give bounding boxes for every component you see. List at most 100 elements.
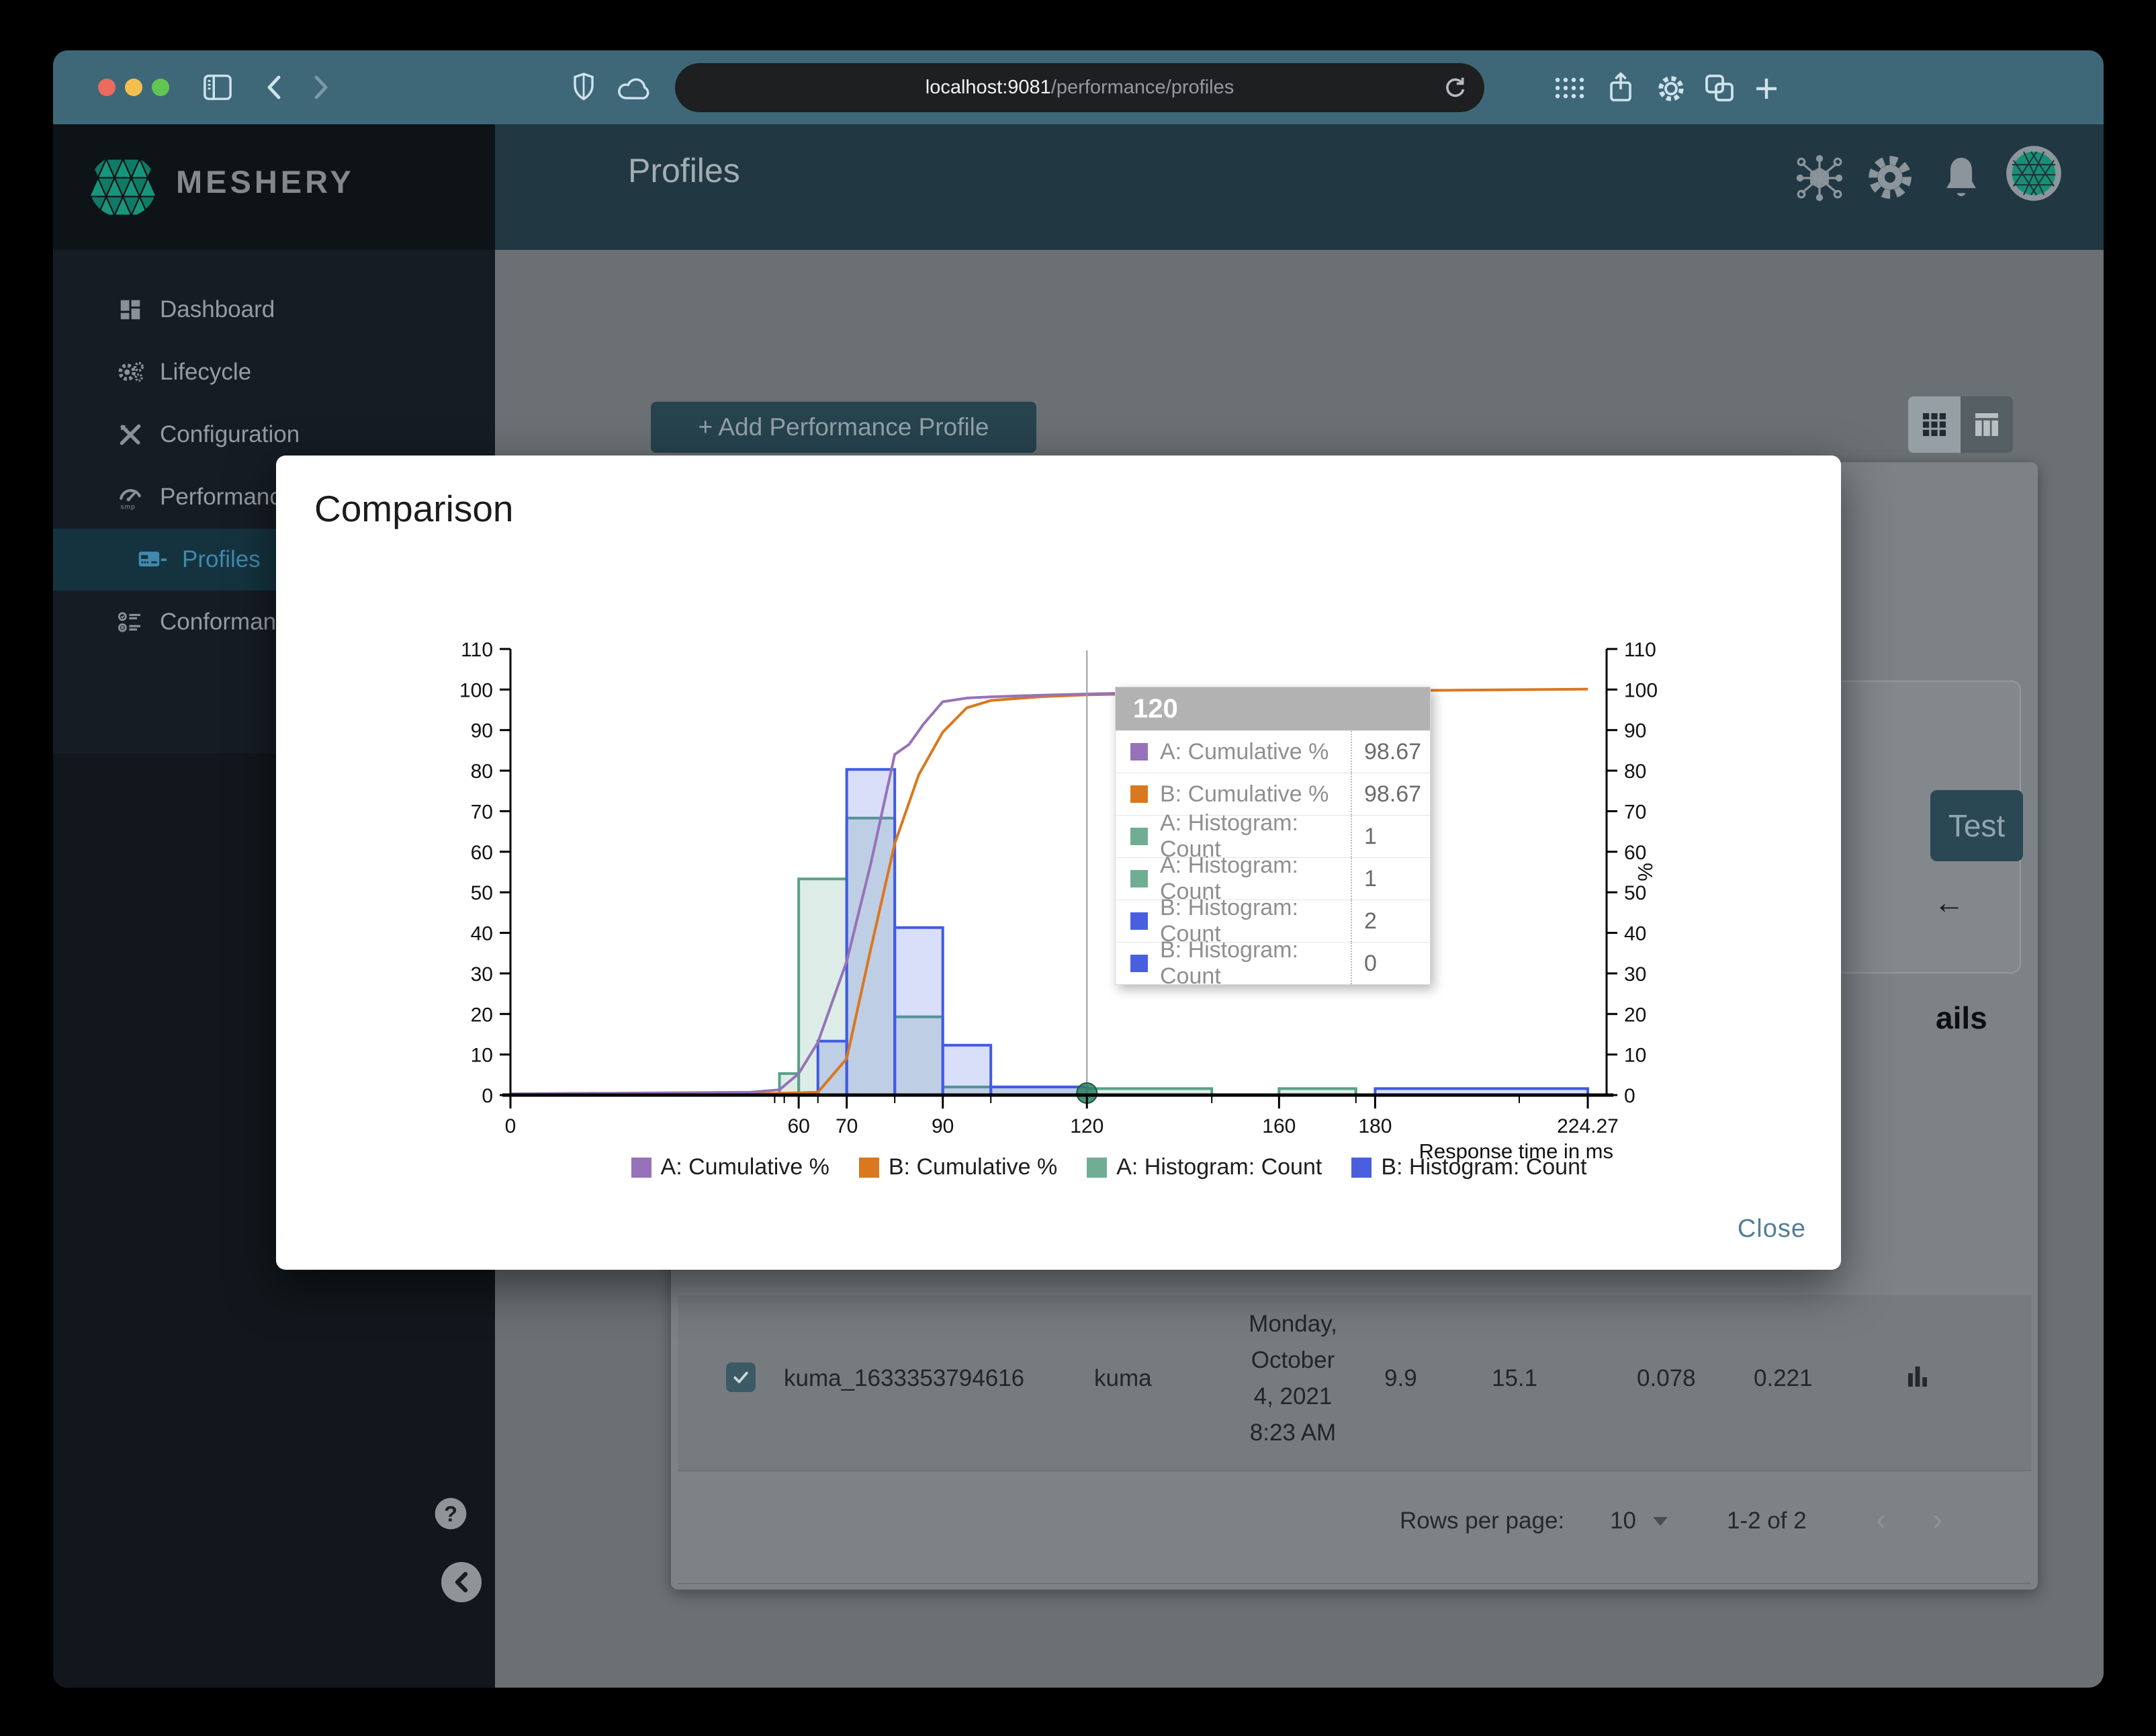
cell-date: Monday, October 4, 2021 8:23 AM [1206, 1306, 1380, 1451]
cell-profile-name: kuma_1633353794616 [784, 1365, 1025, 1391]
cell-qps: 9.9 [1384, 1365, 1417, 1391]
close-window-button[interactable] [98, 79, 116, 96]
performance-icon: smp [116, 482, 145, 512]
settings-gear-icon[interactable] [1656, 73, 1687, 104]
svg-text:160: 160 [1262, 1115, 1296, 1137]
legend-swatch [1087, 1157, 1108, 1178]
add-performance-profile-label: + Add Performance Profile [698, 413, 989, 441]
share-icon[interactable] [1606, 71, 1635, 105]
tooltip-swatch [1130, 870, 1148, 887]
rows-per-page-select[interactable]: 10 [1610, 1508, 1636, 1534]
svg-text:60: 60 [1624, 842, 1646, 864]
sidebar-item-lifecycle[interactable]: Lifecycle [53, 341, 495, 403]
collapse-sidebar-icon[interactable] [441, 1562, 482, 1602]
profiles-icon [138, 545, 167, 574]
row-checkbox[interactable] [726, 1362, 756, 1392]
brand-wordmark: MESHERY [176, 164, 355, 200]
tooltip-row: B: Histogram: Count 0 [1116, 937, 1430, 989]
card-footer-divider [678, 1583, 2031, 1584]
sidebar-item-dashboard[interactable]: Dashboard [53, 279, 495, 341]
svg-text:180: 180 [1358, 1115, 1392, 1137]
sidebar-toggle-icon[interactable] [202, 73, 233, 101]
svg-text:90: 90 [1624, 720, 1646, 742]
svg-text:0: 0 [482, 1085, 493, 1107]
tooltip-value: 1 [1351, 858, 1430, 900]
back-icon[interactable] [263, 73, 285, 101]
notifications-bell-icon[interactable] [1938, 153, 1985, 202]
legend-swatch [1351, 1157, 1372, 1178]
previous-page-icon[interactable]: ‹ [1876, 1501, 1886, 1537]
tooltip-swatch [1130, 743, 1148, 761]
page-header: Profiles [495, 124, 2104, 250]
tooltip-row: A: Histogram: Count 1 [1116, 853, 1430, 904]
cell-p50: 0.078 [1637, 1365, 1696, 1391]
tooltip-swatch [1130, 828, 1148, 845]
legend-item[interactable]: B: Cumulative % [858, 1154, 1057, 1180]
grid-view-button[interactable] [1908, 396, 1961, 453]
svg-text:40: 40 [471, 923, 493, 945]
next-page-icon[interactable]: › [1932, 1501, 1942, 1537]
rows-per-page-label: Rows per page: [1400, 1508, 1565, 1534]
sidebar-item-label: Profiles [182, 546, 261, 572]
tooltip-row: A: Histogram: Count 1 [1116, 810, 1430, 862]
cell-mesh-name: kuma [1094, 1365, 1152, 1391]
svg-text:80: 80 [1624, 761, 1646, 783]
rows-per-page-caret-icon[interactable] [1653, 1517, 1668, 1526]
legend-item[interactable]: A: Cumulative % [631, 1154, 829, 1180]
url-bar[interactable]: localhost:9081/performance/profiles [675, 63, 1484, 112]
tooltip-value: 1 [1351, 816, 1430, 857]
zoom-window-button[interactable] [152, 79, 169, 96]
close-button[interactable]: Close [1738, 1215, 1806, 1244]
shield-icon[interactable] [572, 72, 596, 101]
pagination-range: 1-2 of 2 [1727, 1508, 1807, 1534]
tooltip-value: 98.67 [1351, 773, 1430, 815]
svg-text:110: 110 [461, 639, 493, 661]
legend-item[interactable]: B: Histogram: Count [1351, 1154, 1586, 1180]
svg-text:110: 110 [1624, 639, 1656, 661]
legend-swatch [858, 1157, 879, 1178]
svg-text:100: 100 [459, 679, 493, 701]
test-button[interactable]: Test [1930, 790, 2023, 861]
legend-swatch [631, 1157, 652, 1178]
svg-text:0: 0 [505, 1115, 516, 1137]
help-icon[interactable]: ? [432, 1495, 469, 1532]
gear-icon[interactable] [1865, 153, 1915, 202]
cell-p99: 0.221 [1754, 1365, 1813, 1391]
date-line: October [1251, 1347, 1335, 1373]
row-chart-icon[interactable] [1904, 1361, 1931, 1391]
back-arrow-icon[interactable]: ← [1934, 884, 1965, 920]
logo-strip: MESHERY [53, 124, 495, 251]
svg-text:80: 80 [471, 761, 493, 783]
svg-text:40: 40 [1624, 923, 1646, 945]
dashboard-icon [116, 295, 145, 324]
cell-duration: 15.1 [1492, 1365, 1538, 1391]
cloud-icon[interactable] [616, 75, 655, 101]
mesh-sync-icon[interactable] [1794, 153, 1845, 204]
tooltip-swatch [1130, 785, 1148, 803]
legend-label: A: Cumulative % [660, 1154, 829, 1180]
minimize-window-button[interactable] [125, 79, 142, 96]
add-performance-profile-button[interactable]: + Add Performance Profile [651, 402, 1036, 453]
tooltip-row: B: Cumulative % 98.67 [1116, 773, 1430, 815]
meshery-logo-icon[interactable] [85, 153, 161, 220]
svg-text:30: 30 [1624, 963, 1646, 986]
legend-item[interactable]: A: Histogram: Count [1087, 1154, 1322, 1180]
view-toggle-group [1908, 396, 2013, 453]
tooltip-swatch [1130, 912, 1148, 930]
sidebar-item-label: Lifecycle [160, 359, 252, 385]
avatar[interactable] [2005, 144, 2063, 202]
legend-label: B: Histogram: Count [1381, 1154, 1587, 1180]
tooltip-value: 2 [1351, 900, 1430, 942]
svg-text:20: 20 [1624, 1004, 1646, 1026]
tooltip-value: 98.67 [1351, 731, 1430, 773]
browser-toolbar: localhost:9081/performance/profiles [53, 50, 2104, 124]
grid-dots-icon[interactable] [1552, 75, 1587, 101]
table-view-button[interactable] [1961, 396, 2013, 453]
tooltip-label: A: Cumulative % [1160, 738, 1329, 765]
reload-icon[interactable] [1441, 74, 1468, 101]
new-tab-plus-icon[interactable] [1752, 75, 1781, 103]
tab-overview-icon[interactable] [1704, 73, 1735, 103]
legend-label: A: Histogram: Count [1116, 1154, 1322, 1180]
test-button-label: Test [1948, 808, 2006, 843]
forward-icon[interactable] [310, 73, 332, 101]
